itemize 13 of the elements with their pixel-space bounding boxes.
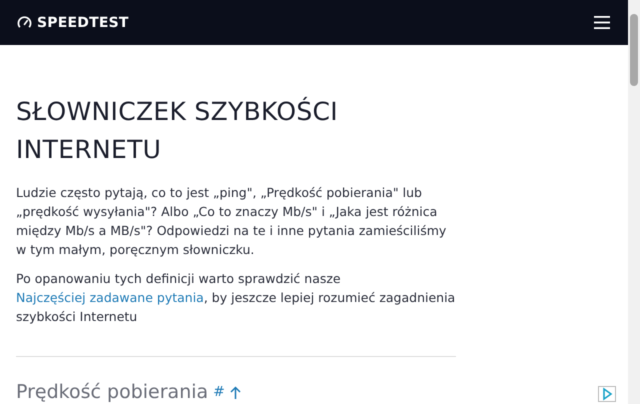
- scroll-thumb[interactable]: [630, 14, 638, 86]
- intro-paragraph: Ludzie często pytają, co to jest „ping", „Prędkość pobierania" lub „prędkość wysyłania"? Albo „Co to znaczy Mb/s" i „Jaka jest różnica między Mb/s a MB/s"? Odpowiedzi na te i inne pytania zamieściliśmy w tym małym, poręcznym słowniczku.: [16, 184, 448, 259]
- faq-link[interactable]: Najczęściej zadawane pytania: [16, 290, 204, 305]
- arrow-up-icon[interactable]: [230, 386, 241, 398]
- anchor-link[interactable]: #: [213, 384, 225, 400]
- page-title: SŁOWNICZEK SZYBKOŚCI INTERNETU: [16, 96, 339, 166]
- gauge-icon: [17, 15, 32, 30]
- play-icon[interactable]: [598, 386, 616, 402]
- logo-text[interactable]: SPEEDTEST: [37, 14, 129, 30]
- menu-icon[interactable]: [594, 16, 610, 29]
- section-heading: Prędkość pobierania: [16, 381, 208, 403]
- scrollbar[interactable]: [628, 0, 640, 404]
- followup-paragraph: Po opanowaniu tych definicji warto sprawdzić nasze Najczęściej zadawane pytania, by jeszcze lepiej rozumieć zagadnienia szybkości Internetu: [16, 270, 456, 326]
